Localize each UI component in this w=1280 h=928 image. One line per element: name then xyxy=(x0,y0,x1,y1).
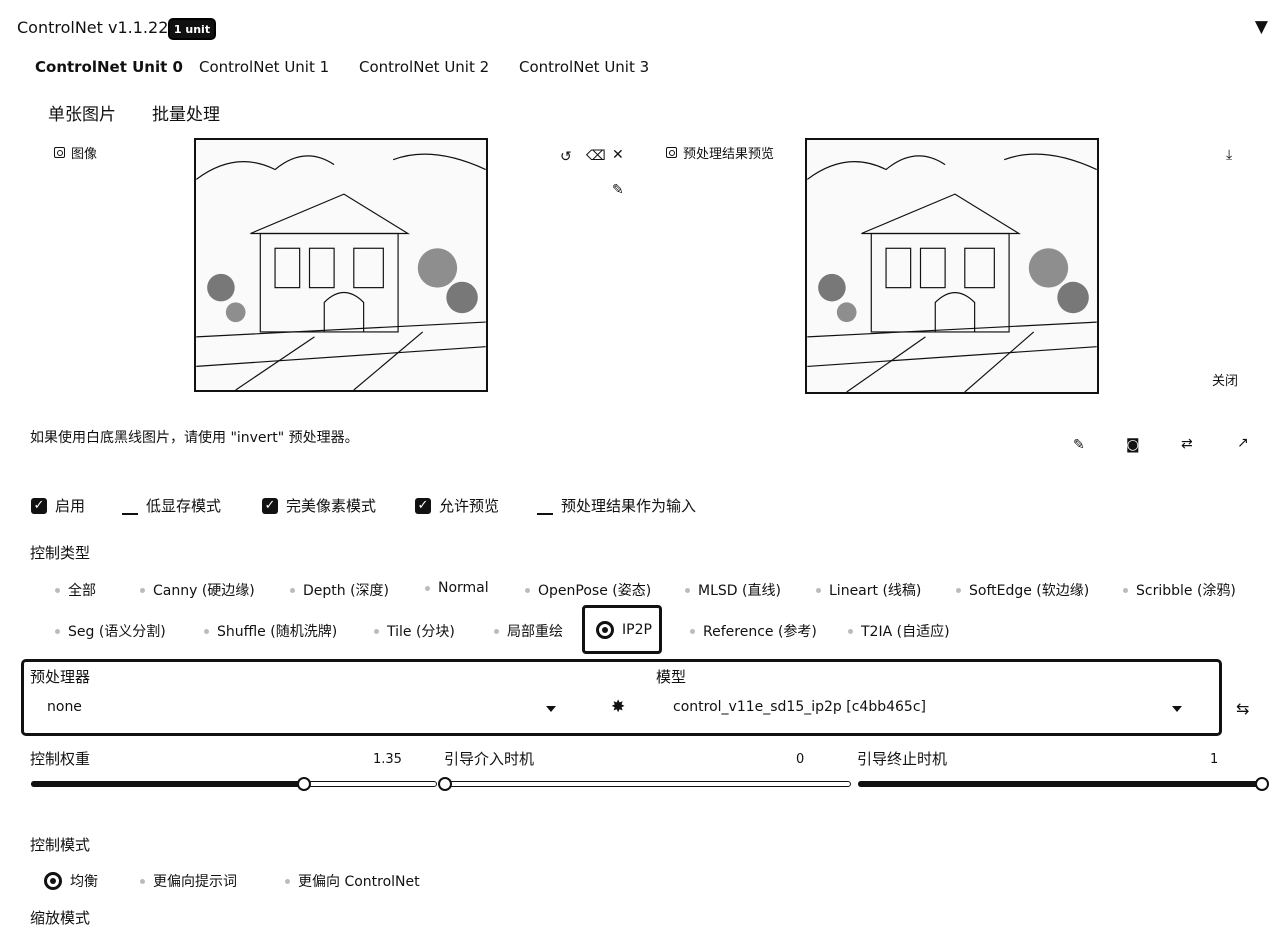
run-preprocessor-icon[interactable]: ✸ xyxy=(611,697,625,717)
tab-batch[interactable]: 批量处理 xyxy=(152,100,220,125)
tab-unit-1[interactable]: ControlNet Unit 1 xyxy=(199,58,329,76)
control-weight-fill xyxy=(31,781,304,787)
control-weight-label: 控制权重 xyxy=(30,750,91,768)
invert-hint: 如果使用白底黑线图片，请使用 "invert" 预处理器。 xyxy=(30,430,359,446)
control-type-shuffle[interactable]: Shuffle (随机洗牌) xyxy=(204,621,337,641)
undo-icon[interactable]: ↺ xyxy=(560,149,572,165)
control-mode-prompt[interactable]: 更偏向提示词 xyxy=(140,871,237,891)
control-type-ip2p[interactable]: IP2P xyxy=(596,621,652,639)
control-type-seg[interactable]: Seg (语义分割) xyxy=(55,621,166,641)
checkbox-unchecked-icon xyxy=(537,497,553,515)
control-type-canny[interactable]: Canny (硬边缘) xyxy=(140,580,255,600)
guidance-start-thumb[interactable] xyxy=(438,777,452,791)
control-type-lineart[interactable]: Lineart (线稿) xyxy=(816,580,921,600)
guidance-start-slider[interactable] xyxy=(445,781,851,787)
control-type-openpose[interactable]: OpenPose (姿态) xyxy=(525,580,651,600)
control-type-tile[interactable]: Tile (分块) xyxy=(374,621,455,641)
checkbox-unchecked-icon xyxy=(122,497,138,515)
preprocessor-label: 预处理器 xyxy=(30,668,91,686)
camera-icon[interactable]: ◙ xyxy=(1126,437,1140,453)
send-dimensions-icon[interactable]: ↗ xyxy=(1237,435,1249,451)
guidance-end-fill xyxy=(858,781,1262,787)
control-type-label: 控制类型 xyxy=(30,544,91,562)
control-mode-balanced[interactable]: 均衡 xyxy=(44,871,98,891)
tab-unit-3[interactable]: ControlNet Unit 3 xyxy=(519,58,649,76)
control-weight-value[interactable]: 1.35 xyxy=(373,752,402,767)
image-icon xyxy=(54,147,65,158)
control-type-reference[interactable]: Reference (参考) xyxy=(690,621,817,641)
checkbox-checked-icon: ✓ xyxy=(31,497,47,514)
control-type-inpaint[interactable]: 局部重绘 xyxy=(494,621,563,641)
control-type-t2ia[interactable]: T2IA (自适应) xyxy=(848,621,950,641)
edit-icon[interactable]: ✎ xyxy=(1073,437,1085,453)
control-type-depth[interactable]: Depth (深度) xyxy=(290,580,389,600)
brush-icon[interactable]: ✎ xyxy=(612,182,624,198)
refresh-models-icon[interactable]: ⇆ xyxy=(1236,699,1249,718)
app-title: ControlNet v1.1.224 xyxy=(17,18,179,37)
collapse-icon[interactable]: ▼ xyxy=(1255,17,1268,37)
control-mode-controlnet[interactable]: 更偏向 ControlNet xyxy=(285,871,420,891)
download-icon[interactable]: ⤓ xyxy=(1226,147,1232,163)
control-type-scribble[interactable]: Scribble (涂鸦) xyxy=(1123,580,1236,600)
control-weight-thumb[interactable] xyxy=(296,777,311,791)
model-select[interactable]: control_v11e_sd15_ip2p [c4bb465c] xyxy=(673,699,926,715)
tab-unit-2[interactable]: ControlNet Unit 2 xyxy=(359,58,489,76)
close-icon[interactable]: ✕ xyxy=(612,147,624,163)
guidance-end-label: 引导终止时机 xyxy=(857,750,948,768)
image-icon xyxy=(666,147,677,158)
low-vram-checkbox[interactable]: 低显存模式 xyxy=(122,495,221,516)
eraser-icon[interactable]: ⌫ xyxy=(586,148,606,164)
image-label: 图像 xyxy=(54,143,97,162)
control-type-all[interactable]: 全部 xyxy=(55,580,96,600)
pixel-perfect-checkbox[interactable]: ✓ 完美像素模式 xyxy=(262,495,376,516)
unit-count-badge: 1 unit xyxy=(168,18,216,40)
guidance-end-thumb[interactable] xyxy=(1255,777,1269,791)
tab-unit-0[interactable]: ControlNet Unit 0 xyxy=(35,58,183,76)
control-type-mlsd[interactable]: MLSD (直线) xyxy=(685,580,781,600)
allow-preview-checkbox[interactable]: ✓ 允许预览 xyxy=(415,495,499,516)
preview-as-input-checkbox[interactable]: 预处理结果作为输入 xyxy=(537,495,696,516)
checkbox-checked-icon: ✓ xyxy=(262,497,278,514)
control-type-normal[interactable]: Normal xyxy=(425,580,489,596)
guidance-start-value[interactable]: 0 xyxy=(796,752,804,767)
house-sketch-image xyxy=(196,140,486,390)
radio-selected-icon xyxy=(44,872,62,890)
control-type-softedge[interactable]: SoftEdge (软边缘) xyxy=(956,580,1089,600)
chevron-down-icon[interactable] xyxy=(1172,706,1182,712)
swap-icon[interactable]: ⇄ xyxy=(1181,436,1193,452)
control-mode-label: 控制模式 xyxy=(30,836,91,854)
guidance-start-label: 引导介入时机 xyxy=(444,750,535,768)
checkbox-checked-icon: ✓ xyxy=(415,497,431,514)
chevron-down-icon[interactable] xyxy=(546,706,556,712)
preprocessor-select[interactable]: none xyxy=(47,699,82,715)
preview-image xyxy=(805,138,1099,394)
enable-checkbox[interactable]: ✓ 启用 xyxy=(31,495,85,516)
tab-single-image[interactable]: 单张图片 xyxy=(48,100,116,125)
radio-selected-icon xyxy=(596,621,614,639)
guidance-end-value[interactable]: 1 xyxy=(1210,752,1218,767)
input-image[interactable] xyxy=(194,138,488,392)
preview-label: 预处理结果预览 xyxy=(666,143,774,162)
close-preview-button[interactable]: 关闭 xyxy=(1212,370,1238,389)
model-label: 模型 xyxy=(656,668,687,686)
house-sketch-preview xyxy=(807,140,1097,392)
